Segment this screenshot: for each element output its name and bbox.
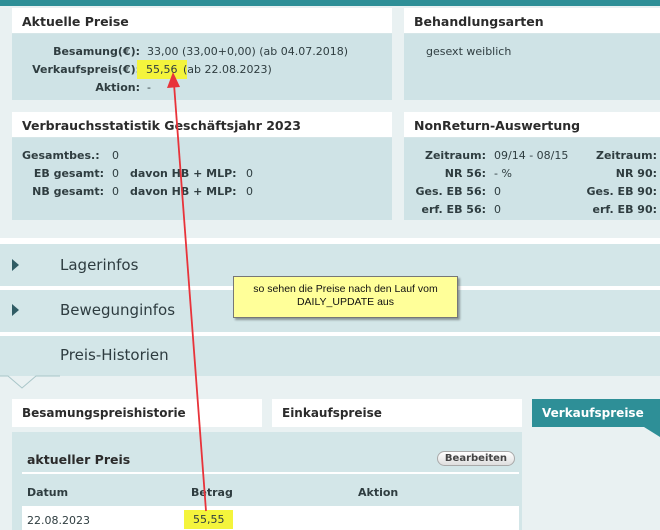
annotation-note: so sehen die Preise nach den Lauf vom DA… [233,276,458,318]
annotation-arrow [167,72,207,512]
note-line-2: DAILY_UPDATE aus [296,296,395,308]
note-line-1: so sehen die Preise nach den Lauf vom [253,283,438,295]
